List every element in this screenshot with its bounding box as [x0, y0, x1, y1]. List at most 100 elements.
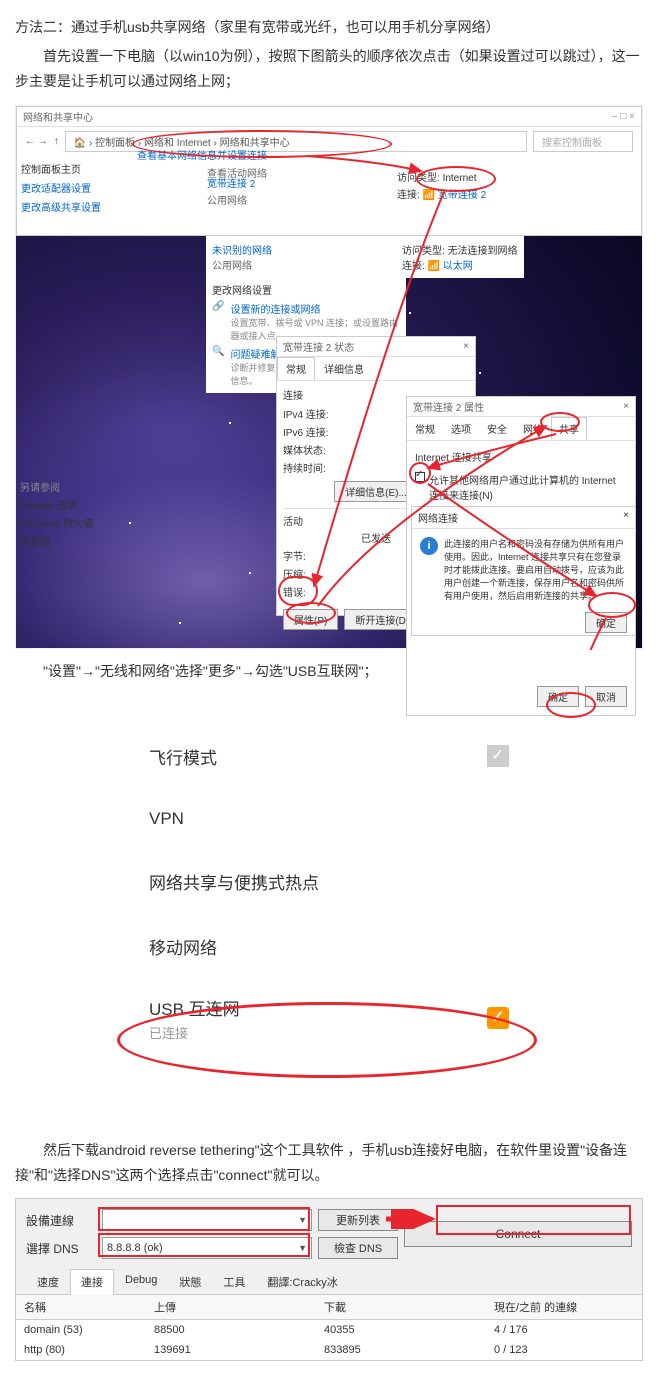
prop-tab-sharing[interactable]: 共享: [551, 417, 587, 440]
ethernet-section: 访问类型: 无法连接到网络 连接: 📶 以太网: [396, 236, 524, 278]
new-conn-link[interactable]: 设置新的连接或网络: [230, 301, 400, 316]
change-net-label: 更改网络设置: [212, 282, 400, 297]
conn1-sub: 公用网络: [207, 192, 407, 207]
sidebar-home[interactable]: 控制面板主页: [21, 161, 121, 176]
connections-table: 名稱 上傳 下載 現在/之前 的連線 domain (53) 88500 403…: [16, 1295, 642, 1360]
screenshot-art-tool: 設備連線 ▼ 更新列表 Connect 選擇 DNS 8.8.8.8 (ok)▼…: [15, 1198, 643, 1361]
prop-tab-options[interactable]: 选项: [443, 417, 479, 440]
table-row: http (80) 139691 833895 0 / 123: [16, 1340, 642, 1360]
noaccess-value: 无法连接到网络: [448, 246, 518, 257]
back-icon[interactable]: ← →: [25, 136, 48, 147]
info-icon: i: [420, 537, 438, 555]
usb-checkbox[interactable]: [487, 1007, 509, 1029]
art-tabs: 速度 連接 Debug 狀態 工具 翻譯:Cracky冰: [16, 1269, 642, 1295]
bc-control-panel[interactable]: 控制面板: [95, 138, 135, 149]
dlg-ok-button[interactable]: 确定: [585, 612, 627, 633]
dlg-close-icon[interactable]: ×: [623, 510, 629, 521]
prop-tab-general[interactable]: 常规: [407, 417, 443, 440]
status-tab-details[interactable]: 详细信息: [315, 357, 373, 380]
sa-firewall[interactable]: Windows 防火墙: [20, 515, 120, 530]
dev-select[interactable]: ▼: [102, 1209, 312, 1231]
airplane-label: 飞行模式: [149, 744, 217, 769]
cell: 40355: [316, 1320, 486, 1340]
tab-debug[interactable]: Debug: [114, 1269, 168, 1295]
col-download: 下載: [316, 1295, 486, 1319]
network-dialog: 网络连接 × i 此连接的用户名和密码没有存储为供所有用户使用。因此，Intern…: [411, 506, 636, 636]
phone-vpn-row[interactable]: VPN: [119, 789, 539, 849]
vpn-label: VPN: [149, 809, 184, 829]
cell: 4 / 176: [486, 1320, 642, 1340]
sa-homegroup[interactable]: 家庭组: [20, 533, 120, 548]
dns-label: 選擇 DNS: [26, 1240, 96, 1257]
ethernet-link[interactable]: 以太网: [443, 261, 473, 272]
accesstype2-label: 访问类型:: [402, 246, 445, 257]
col-conn: 現在/之前 的連線: [486, 1295, 642, 1319]
check-dns-button[interactable]: 檢查 DNS: [318, 1237, 398, 1259]
dlg-title: 网络连接: [418, 514, 458, 525]
phone-mobile-row[interactable]: 移动网络: [119, 914, 539, 979]
prop-tab-security[interactable]: 安全: [479, 417, 515, 440]
table-row: domain (53) 88500 40355 4 / 176: [16, 1320, 642, 1340]
status-tab-general[interactable]: 常规: [277, 357, 315, 380]
desc-3: 然后下载android reverse tethering"这个工具软件 ，手机…: [15, 1138, 643, 1188]
sidebar-sharing[interactable]: 更改高级共享设置: [21, 199, 121, 214]
update-list-button[interactable]: 更新列表: [318, 1209, 398, 1231]
errors-label: 错误:: [283, 584, 306, 599]
cell: http (80): [16, 1340, 146, 1360]
cell: 833895: [316, 1340, 486, 1360]
dns-select[interactable]: 8.8.8.8 (ok)▼: [102, 1237, 312, 1259]
phone-usb-row[interactable]: USB 互连网 已连接: [119, 979, 539, 1058]
phone-hotspot-row[interactable]: 网络共享与便携式热点: [119, 849, 539, 914]
hotspot-label: 网络共享与便携式热点: [149, 869, 319, 894]
screenshot-phone: 飞行模式 VPN 网络共享与便携式热点 移动网络 USB 互连网 已连接: [109, 704, 549, 1078]
col-name: 名稱: [16, 1295, 146, 1319]
sa-internet-options[interactable]: Internet 选项: [20, 497, 120, 512]
tab-tools[interactable]: 工具: [212, 1269, 256, 1295]
breadcrumb-home-icon[interactable]: 🏠: [74, 138, 86, 149]
allow-sharing-checkbox[interactable]: [415, 472, 425, 482]
control-panel-window: 网络和共享中心 – □ × ← → ↑ 🏠 › 控制面板 › 网络和 Inter…: [16, 106, 642, 236]
dlg-text: 此连接的用户名和密码没有存储为供所有用户使用。因此，Internet 连接共享只…: [444, 537, 627, 602]
chevron-down-icon: ▼: [298, 1215, 307, 1225]
seealso-label: 另请参阅: [20, 479, 120, 494]
screenshot-windows-network: 网络和共享中心 – □ × ← → ↑ 🏠 › 控制面板 › 网络和 Inter…: [15, 105, 643, 649]
tab-speed[interactable]: 速度: [26, 1269, 70, 1295]
dev-label: 設備連線: [26, 1212, 96, 1229]
window-close[interactable]: – □ ×: [612, 111, 635, 122]
ipv4-label: IPv4 连接:: [283, 406, 329, 421]
col-upload: 上傳: [146, 1295, 316, 1319]
compress-label: 压缩:: [283, 566, 306, 581]
status-close-icon[interactable]: ×: [463, 341, 469, 352]
cell: 88500: [146, 1320, 316, 1340]
prop-close-icon[interactable]: ×: [623, 401, 629, 412]
properties-button[interactable]: 属性(P): [283, 609, 338, 630]
connect-button[interactable]: Connect: [404, 1221, 632, 1247]
mobile-label: 移动网络: [149, 934, 217, 959]
prop-cancel-button[interactable]: 取消: [585, 686, 627, 707]
access-type-label: 访问类型:: [397, 173, 440, 184]
access-type-value: Internet: [443, 173, 477, 184]
usb-label: USB 互连网: [149, 995, 240, 1020]
sidebar-adapter[interactable]: 更改适配器设置: [21, 180, 121, 195]
tab-connect[interactable]: 連接: [70, 1269, 114, 1295]
airplane-checkbox[interactable]: [487, 745, 509, 767]
ipv6-label: IPv6 连接:: [283, 424, 329, 439]
tab-status[interactable]: 狀態: [168, 1269, 212, 1295]
phone-airplane-row[interactable]: 飞行模式: [119, 724, 539, 789]
conn2-label: 连接:: [402, 261, 425, 272]
connections-label: 连接:: [397, 190, 420, 201]
search-input[interactable]: 搜索控制面板: [533, 131, 633, 152]
allow-sharing-label: 允许其他网络用户通过此计算机的 Internet 连接来连接(N): [429, 472, 627, 502]
bytes-label: 字节:: [283, 548, 306, 563]
method-title: 方法二：通过手机usb共享网络（家里有宽带或光纤，也可以用手机分享网络）: [15, 15, 643, 40]
cell: 139691: [146, 1340, 316, 1360]
prop-tab-network[interactable]: 网络: [515, 417, 551, 440]
new-conn-icon: 🔗: [212, 301, 224, 342]
broadband-conn-link[interactable]: 宽带连接 2: [207, 179, 255, 190]
chevron-down-icon: ▼: [298, 1243, 307, 1253]
window-titlebar: 网络和共享中心 – □ ×: [17, 107, 641, 127]
tab-translate[interactable]: 翻譯:Cracky冰: [256, 1269, 348, 1295]
connection-link[interactable]: 宽带连接 2: [438, 190, 486, 201]
troubleshoot-icon: 🔍: [212, 346, 224, 387]
prop-title: 宽带连接 2 属性: [413, 399, 484, 414]
